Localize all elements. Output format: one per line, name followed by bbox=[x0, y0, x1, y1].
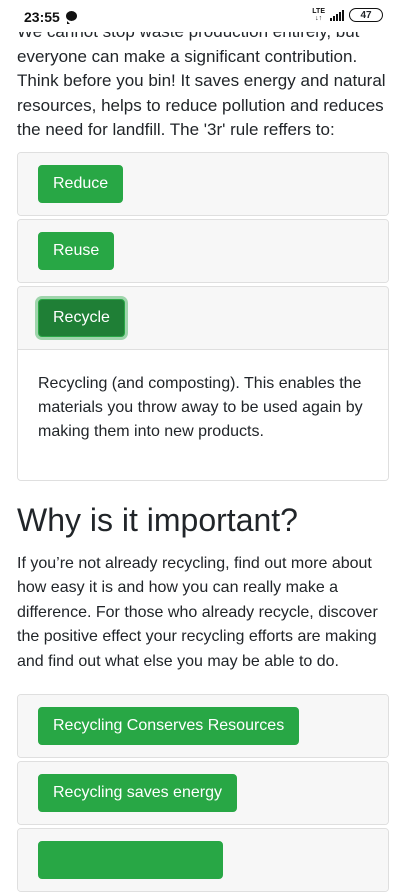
why-text: If you’re not already recycling, find ou… bbox=[17, 554, 378, 670]
reuse-button[interactable]: Reuse bbox=[38, 231, 115, 270]
accordion-item-reuse: Reuse bbox=[17, 218, 389, 283]
main-content: We cannot stop waste production entirely… bbox=[17, 20, 389, 895]
battery-icon: 47 bbox=[349, 8, 383, 22]
saves-energy-button[interactable]: Recycling saves energy bbox=[38, 774, 237, 812]
accordion-header: Reuse bbox=[18, 219, 388, 282]
reduce-button[interactable]: Reduce bbox=[38, 164, 124, 203]
accordion-item-saves-energy: Recycling saves energy bbox=[17, 761, 389, 825]
conserves-resources-button[interactable]: Recycling Conserves Resources bbox=[38, 707, 300, 745]
why-heading: Why is it important? bbox=[17, 501, 298, 538]
accordion-header: Recycling saves energy bbox=[18, 762, 388, 824]
three-r-accordion: Reduce Reuse Recycle Recycling (and comp… bbox=[17, 151, 389, 481]
message-icon bbox=[66, 11, 77, 24]
accordion-header: Reduce bbox=[18, 152, 388, 215]
network-type: LTE ↓↑ bbox=[312, 8, 325, 22]
benefits-accordion: Recycling Conserves Resources Recycling … bbox=[17, 694, 389, 892]
status-time: 23:55 bbox=[24, 9, 60, 25]
accordion-header: Recycling Conserves Resources bbox=[18, 695, 388, 757]
intro-text: We cannot stop waste production entirely… bbox=[17, 22, 386, 139]
third-benefit-button[interactable] bbox=[38, 841, 223, 879]
recycle-description: Recycling (and composting). This enables… bbox=[18, 349, 388, 480]
accordion-item-partial bbox=[17, 828, 389, 892]
accordion-item-recycle: Recycle Recycling (and composting). This… bbox=[17, 285, 389, 481]
signal-icon bbox=[330, 9, 344, 21]
recycle-button[interactable]: Recycle bbox=[38, 298, 125, 337]
status-bar: 23:55 LTE ↓↑ 47 bbox=[0, 0, 405, 32]
accordion-item-reduce: Reduce bbox=[17, 151, 389, 216]
accordion-item-conserves-resources: Recycling Conserves Resources bbox=[17, 694, 389, 758]
accordion-header: Recycle bbox=[18, 286, 388, 350]
accordion-header bbox=[18, 829, 388, 891]
status-icons: LTE ↓↑ 47 bbox=[312, 8, 383, 22]
